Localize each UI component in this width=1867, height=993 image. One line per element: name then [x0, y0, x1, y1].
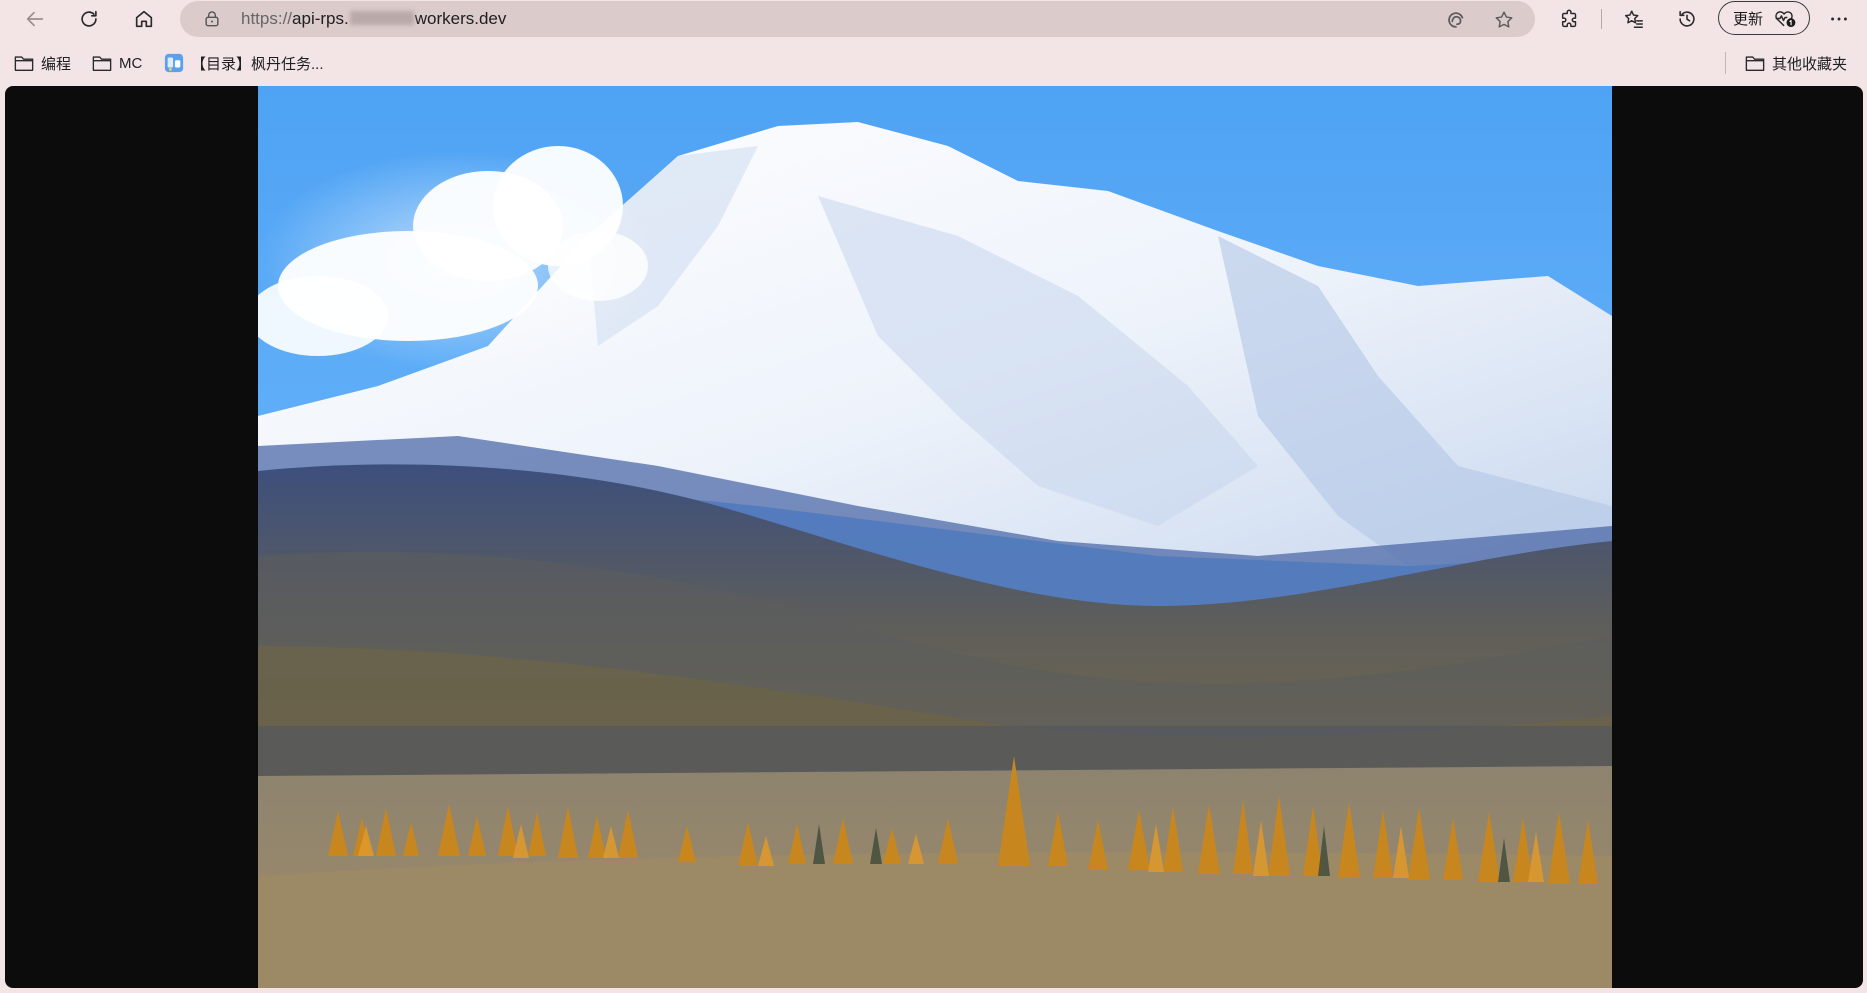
- favorite-star-icon[interactable]: [1493, 9, 1515, 31]
- mountain-landscape-image: [258, 86, 1612, 988]
- extensions-button[interactable]: [1553, 3, 1587, 35]
- url-protocol: https://: [241, 9, 293, 28]
- folder-icon: [1745, 56, 1765, 71]
- history-button[interactable]: [1670, 3, 1704, 35]
- puzzle-icon: [1561, 9, 1577, 28]
- favorites-list-icon: [1624, 10, 1643, 28]
- lock-icon[interactable]: [202, 9, 222, 29]
- address-bar[interactable]: https://api-rps. workers.dev: [180, 1, 1535, 37]
- back-button[interactable]: [18, 3, 52, 35]
- toolbar-divider: [1601, 9, 1602, 29]
- refresh-icon: [81, 10, 97, 27]
- browser-toolbar: https://api-rps. workers.dev 更新: [0, 0, 1867, 38]
- bookmark-label: MC: [119, 54, 143, 72]
- url-host-start: api-rps.: [292, 9, 349, 28]
- back-arrow-icon: [26, 11, 44, 27]
- more-options-button[interactable]: [1822, 3, 1856, 35]
- history-clock-icon: [1679, 10, 1695, 27]
- bookmarks-divider: [1725, 52, 1726, 74]
- site-favicon: [164, 53, 184, 73]
- heartbeat-badge-icon: [1775, 11, 1796, 27]
- refresh-button[interactable]: [72, 3, 106, 35]
- home-icon: [135, 10, 153, 28]
- url-host-end: workers.dev: [414, 9, 507, 28]
- redacted-segment: [349, 11, 414, 25]
- bookmark-label: 其他收藏夹: [1772, 55, 1848, 73]
- url-text[interactable]: https://api-rps. workers.dev: [241, 9, 506, 29]
- bookmark-folder-mc[interactable]: MC: [91, 50, 142, 76]
- browser-window: https://api-rps. workers.dev 更新 编程 MC 【目…: [0, 0, 1867, 993]
- update-button[interactable]: 更新: [1718, 1, 1810, 35]
- home-button[interactable]: [127, 3, 161, 35]
- page-content: [5, 86, 1863, 988]
- bookmark-site-fontaine-quests[interactable]: 【目录】枫丹任务...: [163, 50, 324, 76]
- bookmarks-bar: 编程 MC 【目录】枫丹任务... 其他收藏夹: [0, 47, 1867, 79]
- more-dots-icon: [1831, 17, 1847, 21]
- folder-icon: [14, 56, 34, 71]
- reading-mode-icon[interactable]: [1445, 9, 1467, 31]
- favorites-button[interactable]: [1617, 3, 1651, 35]
- bookmark-label: 【目录】枫丹任务...: [191, 55, 324, 73]
- folder-icon: [92, 56, 112, 71]
- bookmark-folder-programming[interactable]: 编程: [13, 50, 71, 76]
- bookmark-label: 编程: [41, 55, 72, 73]
- bookmark-other-favorites[interactable]: 其他收藏夹: [1744, 50, 1847, 76]
- update-button-label: 更新: [1733, 10, 1764, 28]
